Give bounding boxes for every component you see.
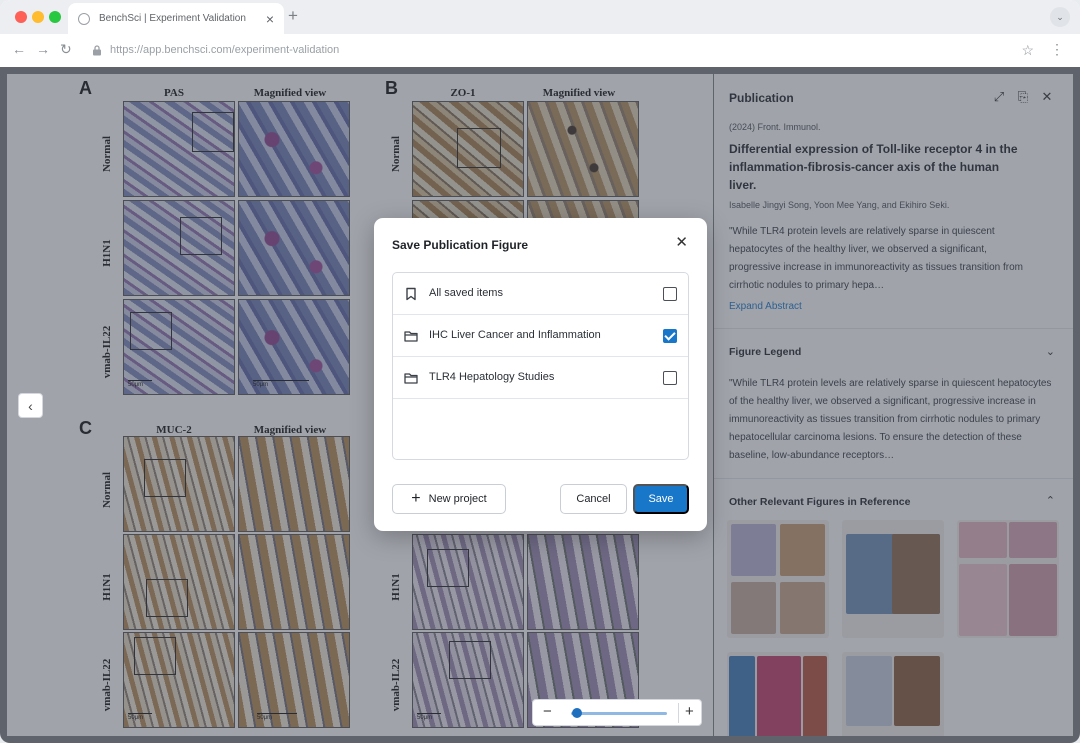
- favicon-icon: [78, 12, 90, 25]
- reload-icon[interactable]: ↻: [60, 42, 72, 56]
- tab-close-icon[interactable]: ×: [266, 12, 274, 26]
- browser-window: BenchSci | Experiment Validation × + ⌄ ←…: [0, 0, 1080, 743]
- publication-panel: Publication ⤢ ⎘ ✕ (2024) Front. Immunol.…: [714, 74, 1073, 736]
- modal-backdrop[interactable]: [714, 74, 1073, 736]
- folder-icon: [404, 331, 418, 342]
- bookmark-icon: [406, 287, 416, 301]
- zoom-control: − +: [532, 699, 702, 726]
- tab-bar: BenchSci | Experiment Validation × + ⌄: [0, 0, 1080, 34]
- list-item-label: IHC Liver Cancer and Inflammation: [429, 329, 601, 341]
- lock-icon: [93, 45, 101, 56]
- plus-icon: +: [411, 490, 421, 507]
- list-item-label: All saved items: [429, 287, 503, 299]
- new-tab-icon[interactable]: +: [288, 7, 298, 24]
- address-bar: ← → ↻ https://app.benchsci.com/experimen…: [0, 34, 1080, 67]
- browser-tab[interactable]: BenchSci | Experiment Validation ×: [68, 3, 284, 34]
- close-window-button[interactable]: [15, 11, 27, 23]
- zoom-out-button[interactable]: −: [543, 704, 552, 719]
- project-list: All saved items IHC Liver Cancer and Inf…: [392, 272, 689, 460]
- checkbox[interactable]: [663, 287, 677, 301]
- list-item-label: TLR4 Hepatology Studies: [429, 371, 555, 383]
- list-item[interactable]: IHC Liver Cancer and Inflammation: [393, 315, 688, 357]
- folder-icon: [404, 373, 418, 384]
- save-figure-dialog: Save Publication Figure ✕ All saved item…: [374, 218, 707, 531]
- checkbox[interactable]: [663, 371, 677, 385]
- browser-menu-icon[interactable]: ⋮: [1050, 41, 1064, 58]
- bookmark-star-icon[interactable]: ☆: [1021, 42, 1034, 59]
- list-item[interactable]: All saved items: [393, 273, 688, 315]
- list-item[interactable]: TLR4 Hepatology Studies: [393, 357, 688, 399]
- close-icon[interactable]: ✕: [675, 235, 688, 250]
- previous-figure-button[interactable]: ‹: [18, 393, 43, 418]
- url-input[interactable]: https://app.benchsci.com/experiment-vali…: [110, 44, 339, 56]
- zoom-slider-handle[interactable]: [571, 708, 582, 718]
- minimize-window-button[interactable]: [32, 11, 44, 23]
- new-project-label: New project: [428, 493, 487, 505]
- zoom-in-button[interactable]: +: [685, 704, 694, 719]
- divider: [678, 703, 679, 723]
- checkbox[interactable]: [663, 329, 677, 343]
- back-arrow-icon[interactable]: ←: [12, 42, 26, 56]
- forward-arrow-icon[interactable]: →: [36, 42, 50, 56]
- maximize-window-button[interactable]: [49, 11, 61, 23]
- save-button[interactable]: Save: [633, 484, 689, 514]
- zoom-slider-track[interactable]: [571, 712, 667, 715]
- tab-title: BenchSci | Experiment Validation: [99, 13, 246, 24]
- tab-menu-chevron-icon[interactable]: ⌄: [1050, 7, 1070, 27]
- cancel-button[interactable]: Cancel: [560, 484, 627, 514]
- new-project-button[interactable]: + New project: [392, 484, 506, 514]
- dialog-title: Save Publication Figure: [392, 238, 529, 252]
